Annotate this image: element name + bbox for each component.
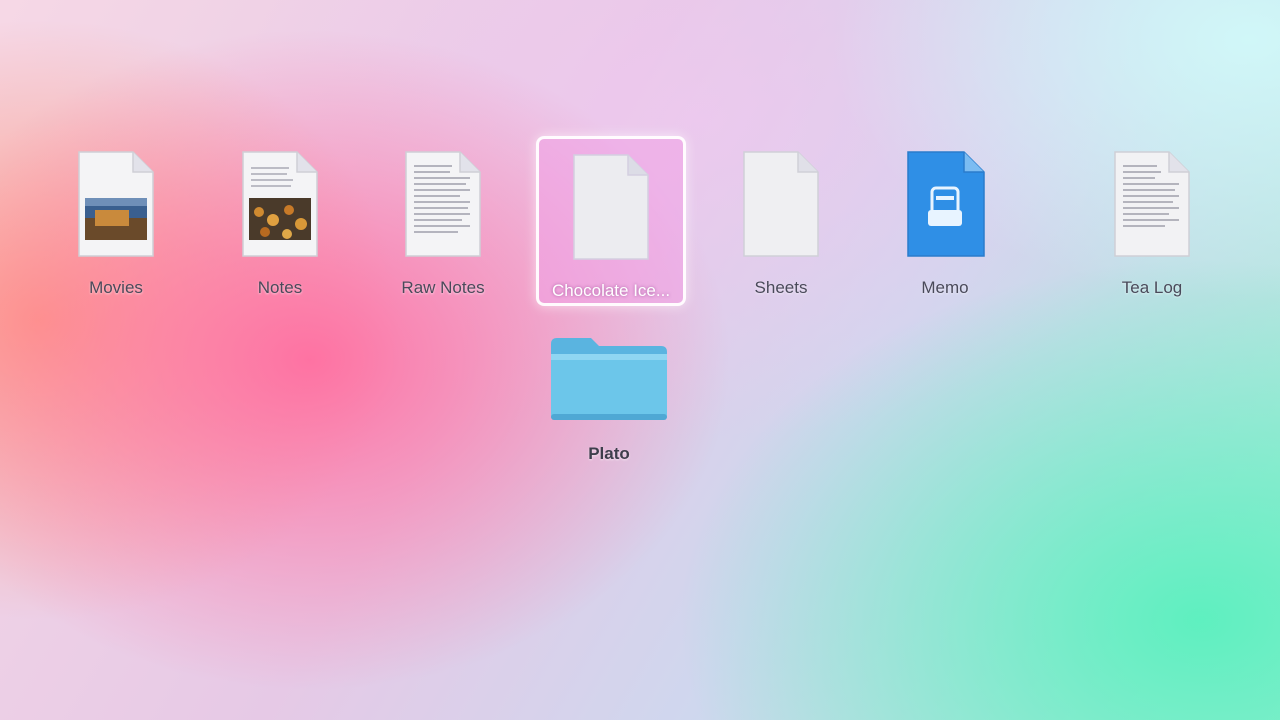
file-label: Memo	[921, 278, 969, 297]
file-label: Chocolate Ice...	[551, 281, 671, 300]
file-icon-sheets[interactable]: Sheets	[706, 136, 856, 306]
blank-document-icon	[573, 154, 649, 260]
blue-app-document-icon	[907, 151, 985, 257]
icon-box[interactable]: Tea Log	[1077, 136, 1227, 306]
file-icon-notes[interactable]: Notes	[205, 136, 355, 306]
icon-box[interactable]: Sheets	[706, 136, 856, 306]
file-icon-movies[interactable]: Movies	[41, 136, 191, 306]
file-label: Sheets	[754, 278, 808, 297]
file-icon-raw-notes[interactable]: Raw Notes	[368, 136, 518, 306]
selection-highlight[interactable]: Chocolate Ice...	[536, 136, 686, 306]
photo-document-icon	[78, 151, 154, 257]
icon-box[interactable]: Memo	[870, 136, 1020, 306]
file-icon-memo[interactable]: Memo	[870, 136, 1020, 306]
desktop[interactable]: Movies Notes Raw Notes Chocolate Ice... …	[0, 0, 1280, 720]
text-document-icon	[405, 151, 481, 257]
file-label: Movies	[89, 278, 143, 297]
icon-box[interactable]: Notes	[205, 136, 355, 306]
icon-box[interactable]: Plato	[534, 312, 684, 482]
file-label: Notes	[257, 278, 303, 297]
folder-icon	[551, 338, 667, 420]
file-label: Raw Notes	[401, 278, 485, 297]
icon-box[interactable]: Movies	[41, 136, 191, 306]
file-icon-tea-log[interactable]: Tea Log	[1077, 136, 1227, 306]
text-document-icon	[1114, 151, 1190, 257]
file-label: Tea Log	[1121, 278, 1183, 297]
icon-box[interactable]: Raw Notes	[368, 136, 518, 306]
photo-document-icon	[242, 151, 318, 257]
file-icon-chocolate-ice[interactable]: Chocolate Ice...	[536, 136, 686, 306]
blank-document-icon	[743, 151, 819, 257]
folder-icon-plato[interactable]: Plato	[534, 312, 684, 482]
folder-label: Plato	[588, 444, 630, 463]
